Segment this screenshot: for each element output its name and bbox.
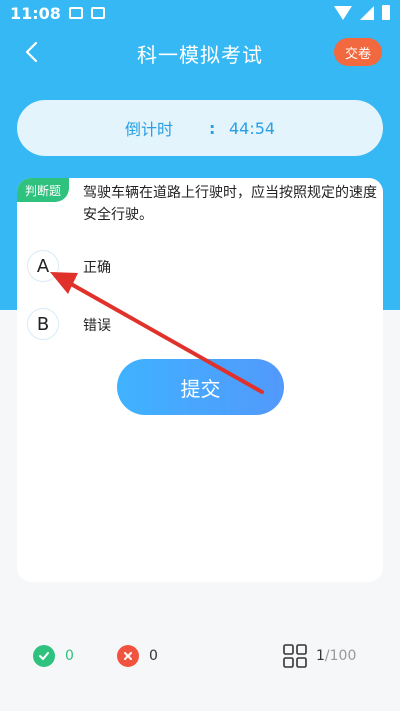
question-card: 判断题 驾驶车辆在道路上行驶时，应当按照规定的速度安全行驶。 A 正确 B 错误… (17, 178, 383, 582)
progress-current: 1 (316, 648, 325, 664)
question-progress[interactable]: 1/100 (316, 648, 356, 664)
countdown-label: 倒计时 (125, 120, 174, 139)
option-b[interactable]: B 错误 (27, 306, 367, 342)
check-circle-icon (33, 645, 55, 667)
wrong-count: 0 (149, 648, 158, 664)
progress-total: /100 (324, 648, 357, 664)
option-a-text: 正确 (83, 260, 111, 276)
question-text: 驾驶车辆在道路上行驶时，应当按照规定的速度安全行驶。 (83, 185, 377, 223)
grid-icon[interactable] (283, 644, 307, 668)
option-b-text: 错误 (83, 318, 111, 334)
status-icons (334, 5, 390, 20)
correct-count: 0 (65, 648, 74, 664)
submit-paper-button[interactable]: 交卷 (334, 38, 382, 66)
signal-icon (360, 5, 374, 20)
gallery-icon (68, 7, 83, 19)
bottom-bar: 0 0 1/100 (0, 630, 400, 680)
nav-bar: 科一模拟考试 交卷 (0, 26, 400, 78)
option-a-letter[interactable]: A (27, 250, 59, 282)
x-circle-icon (117, 645, 139, 667)
status-time: 11:08 (10, 3, 61, 23)
countdown-card: 倒计时 : 44:54 (17, 100, 383, 156)
question-type-badge: 判断题 (17, 178, 69, 202)
status-bar: 11:08 (0, 0, 400, 26)
wifi-icon (334, 5, 352, 20)
battery-icon (382, 5, 390, 20)
countdown-value: 44:54 (229, 118, 276, 138)
submit-answer-button[interactable]: 提交 (117, 359, 284, 415)
option-b-letter[interactable]: B (27, 308, 59, 340)
notification-icon (90, 7, 105, 19)
countdown-separator: : (209, 118, 216, 138)
option-a[interactable]: A 正确 (27, 248, 367, 284)
